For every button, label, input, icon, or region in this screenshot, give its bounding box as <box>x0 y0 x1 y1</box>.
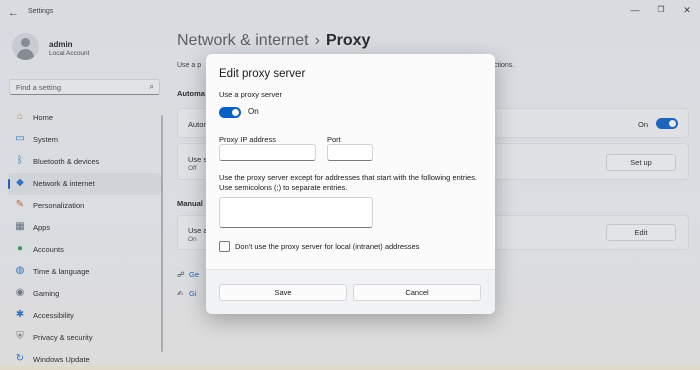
exceptions-textarea[interactable] <box>219 197 373 228</box>
dialog-title: Edit proxy server <box>219 68 306 80</box>
use-proxy-toggle[interactable] <box>219 107 241 118</box>
local-bypass-checkbox[interactable] <box>219 241 230 252</box>
save-button[interactable]: Save <box>219 284 347 301</box>
exceptions-help-line-2: Use semicolons (;) to separate entries. <box>219 183 348 192</box>
settings-window: ← Settings — ❐ ✕ admin Local Account Fin… <box>0 0 700 370</box>
use-proxy-label: Use a proxy server <box>219 90 282 99</box>
local-bypass-label: Don't use the proxy server for local (in… <box>235 242 420 251</box>
port-input[interactable] <box>327 144 373 161</box>
edit-proxy-dialog: Edit proxy server Use a proxy server On … <box>206 54 495 314</box>
exceptions-help-line-1: Use the proxy server except for addresse… <box>219 173 478 182</box>
proxy-ip-input[interactable] <box>219 144 316 161</box>
dialog-footer: Save Cancel <box>206 269 495 314</box>
proxy-ip-label: Proxy IP address <box>219 135 276 144</box>
cancel-button[interactable]: Cancel <box>353 284 481 301</box>
use-proxy-state: On <box>248 107 259 116</box>
port-label: Port <box>327 135 341 144</box>
